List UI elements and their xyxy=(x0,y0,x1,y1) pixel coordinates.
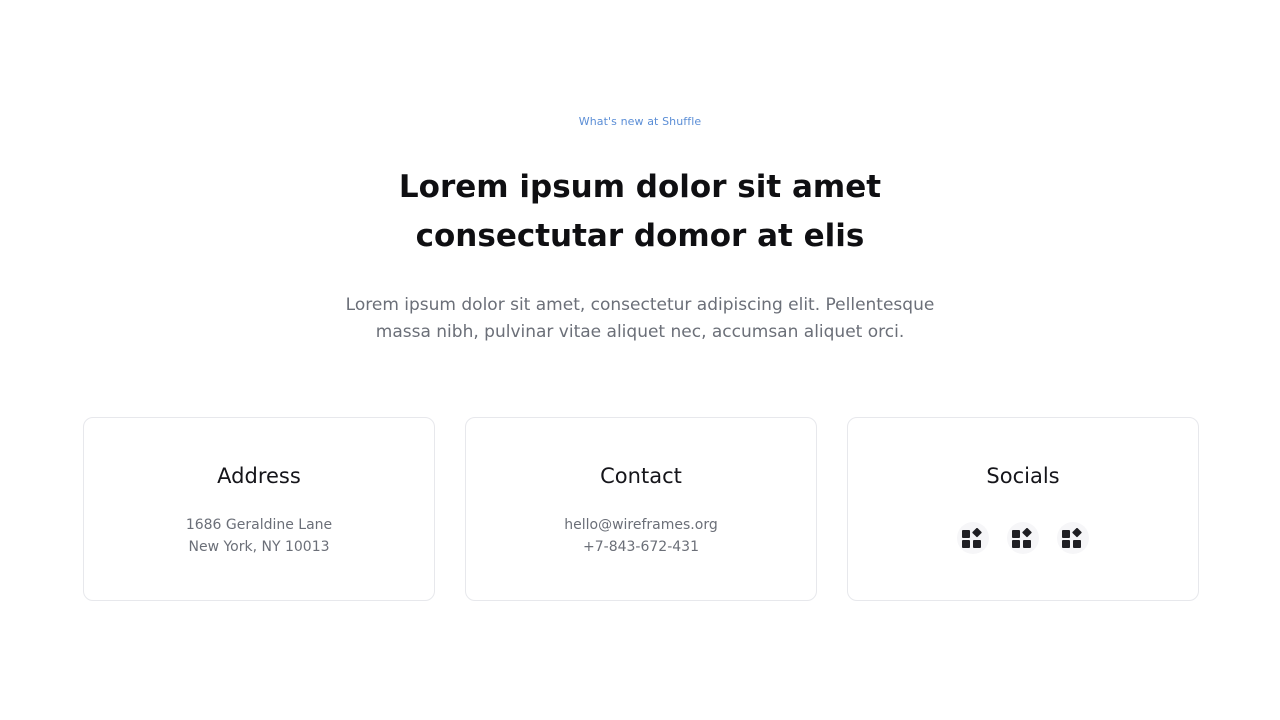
hero-title: Lorem ipsum dolor sit amet consectutar d… xyxy=(0,163,1280,261)
contact-card-title: Contact xyxy=(600,464,682,488)
app-grid-icon xyxy=(1012,528,1032,548)
hero-description-line-2: massa nibh, pulvinar vitae aliquet nec, … xyxy=(375,322,905,342)
app-grid-icon xyxy=(962,528,982,548)
page: What's new at Shuffle Lorem ipsum dolor … xyxy=(0,0,1280,720)
hero-title-line-2: consectutar domor at elis xyxy=(415,218,865,254)
social-link-2[interactable] xyxy=(1007,522,1039,554)
hero-description: Lorem ipsum dolor sit amet, consectetur … xyxy=(0,292,1280,346)
contact-email-link[interactable]: hello@wireframes.org xyxy=(466,517,816,533)
social-link-1[interactable] xyxy=(957,522,989,554)
socials-card: Socials xyxy=(847,417,1199,601)
social-links xyxy=(848,522,1198,554)
hero-description-line-1: Lorem ipsum dolor sit amet, consectetur … xyxy=(345,295,935,315)
app-grid-icon xyxy=(1062,528,1082,548)
address-card: Address 1686 Geraldine Lane New York, NY… xyxy=(83,417,435,601)
socials-card-title: Socials xyxy=(986,464,1060,488)
address-card-title: Address xyxy=(217,464,301,488)
social-link-3[interactable] xyxy=(1057,522,1089,554)
hero-title-line-1: Lorem ipsum dolor sit amet xyxy=(398,169,882,205)
address-street: 1686 Geraldine Lane xyxy=(185,517,333,533)
eyebrow-label: What's new at Shuffle xyxy=(578,115,702,128)
contact-phone-link[interactable]: +7-843-672-431 xyxy=(466,539,816,555)
contact-card: Contact hello@wireframes.org +7-843-672-… xyxy=(465,417,817,601)
address-city: New York, NY 10013 xyxy=(188,539,330,555)
